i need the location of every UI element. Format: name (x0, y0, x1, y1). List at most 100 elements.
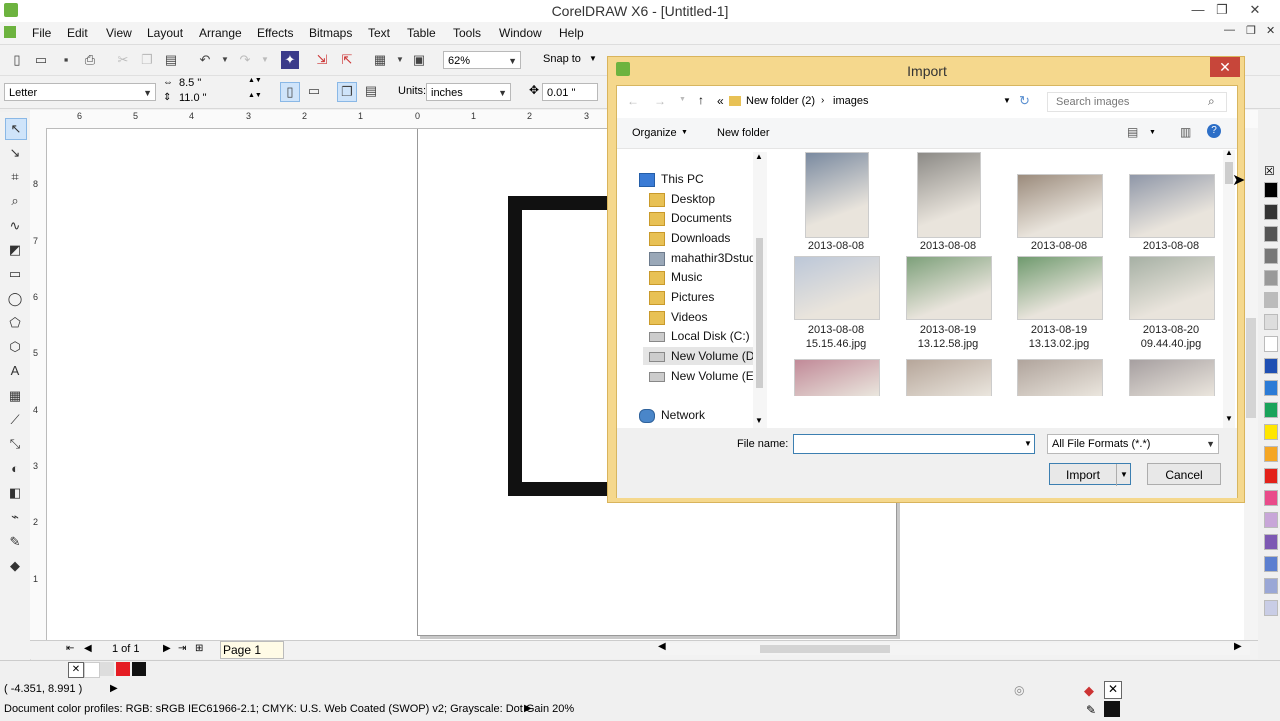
height-spin-icon[interactable]: ▲▼ (248, 92, 262, 99)
file-list-scrollbar[interactable]: ▲ ▼ (1223, 148, 1235, 428)
undo-dropdown-icon[interactable]: ▼ (216, 51, 234, 69)
back-icon[interactable]: ← (627, 94, 639, 108)
up-icon[interactable]: ↑ (698, 93, 704, 107)
palette-swatch[interactable] (1264, 600, 1278, 616)
import-options-dropdown-icon[interactable]: ▼ (1116, 464, 1131, 486)
file-item[interactable]: 2013-08-0815.14.37.jpg (1116, 150, 1226, 250)
scroll-thumb[interactable] (760, 645, 890, 653)
next-page-icon[interactable]: ▶ (163, 643, 171, 654)
scroll-right-icon[interactable]: ▶ (1234, 641, 1242, 652)
undo-icon[interactable]: ↶ (196, 51, 214, 69)
search-content-icon[interactable]: ✦ (281, 51, 299, 69)
fill-tool-icon[interactable]: ◆ (5, 556, 25, 576)
nav-documents[interactable]: Documents (649, 209, 732, 227)
scroll-thumb[interactable] (756, 238, 763, 388)
palette-swatch[interactable] (1264, 204, 1278, 220)
scroll-up-icon[interactable]: ▲ (1225, 148, 1233, 157)
outline-indicator-icon[interactable]: ✎ (1086, 703, 1096, 717)
address-dropdown-icon[interactable]: ▼ (1003, 96, 1011, 105)
file-item[interactable]: 2013-08-0815.13.17.jpg (893, 150, 1003, 250)
nav-this-pc[interactable]: This PC (639, 170, 704, 188)
no-color-icon[interactable]: ☒ (1264, 164, 1275, 178)
doc-close-button[interactable]: ✕ (1266, 24, 1275, 37)
menu-table[interactable]: Table (407, 26, 436, 40)
transparency-tool-icon[interactable]: ◧ (5, 483, 25, 503)
file-item[interactable]: 2013-08-0815.13.58.jpg (1004, 150, 1114, 250)
palette-swatch[interactable] (1264, 226, 1278, 242)
chevron-down-icon[interactable]: ▼ (1024, 439, 1032, 448)
open-icon[interactable]: ▭ (32, 51, 50, 69)
redo-icon[interactable]: ↷ (236, 51, 254, 69)
connector-tool-icon[interactable]: ⤡ (5, 434, 25, 454)
full-screen-icon[interactable]: ▣ (410, 51, 428, 69)
pick-tool-icon[interactable]: ↖ (5, 118, 27, 140)
file-item[interactable]: 2013-08-19 13.13.02.jpg (1004, 253, 1114, 353)
dialog-title-bar[interactable]: Import ✕ (608, 57, 1246, 85)
zoom-level-select[interactable]: 62% ▼ (443, 51, 521, 69)
menu-tools[interactable]: Tools (453, 26, 481, 40)
palette-swatch[interactable] (1264, 402, 1278, 418)
scroll-down-icon[interactable]: ▼ (1225, 414, 1233, 423)
paste-icon[interactable]: ▤ (162, 51, 180, 69)
vertical-ruler[interactable]: 8 7 6 5 4 3 2 1 (30, 128, 47, 640)
file-name-input[interactable]: ▼ (793, 434, 1035, 454)
doc-minimize-button[interactable]: — (1224, 24, 1235, 36)
current-page-icon[interactable]: ▤ (362, 82, 380, 100)
search-input[interactable]: Search images ⌕ (1047, 92, 1227, 112)
add-page-icon[interactable]: ⊞ (195, 643, 203, 654)
menu-effects[interactable]: Effects (257, 26, 293, 40)
width-spin-icon[interactable]: ▲▼ (248, 77, 262, 84)
forward-icon[interactable]: → (654, 94, 666, 108)
menu-edit[interactable]: Edit (67, 26, 88, 40)
menu-view[interactable]: View (106, 26, 132, 40)
view-options-icon[interactable]: ▤ (1127, 125, 1138, 139)
nav-videos[interactable]: Videos (649, 308, 707, 326)
rectangle-tool-icon[interactable]: ▭ (5, 264, 25, 284)
palette-swatch[interactable] (1264, 248, 1278, 264)
swatch-gray[interactable] (100, 662, 114, 676)
paper-size-select[interactable]: Letter ▼ (4, 83, 156, 101)
blend-tool-icon[interactable]: ◐ (5, 459, 25, 479)
fill-none-swatch[interactable]: ✕ (1104, 681, 1122, 699)
page-tab[interactable]: Page 1 (220, 641, 284, 659)
swatch-black[interactable] (132, 662, 146, 676)
preview-pane-icon[interactable]: ▥ (1180, 125, 1191, 139)
palette-swatch[interactable] (1264, 556, 1278, 572)
file-item[interactable] (893, 356, 1003, 396)
publish-pdf-icon[interactable]: ▦ (371, 51, 389, 69)
restore-button[interactable]: ❐ (1207, 0, 1237, 22)
refresh-icon[interactable]: ↻ (1019, 93, 1030, 109)
no-fill-icon[interactable]: ✕ (68, 662, 84, 678)
outline-black-swatch[interactable] (1104, 701, 1120, 717)
polygon-tool-icon[interactable]: ⬠ (5, 313, 25, 333)
export-icon[interactable]: ⇱ (338, 51, 356, 69)
file-type-select[interactable]: All File Formats (*.*) ▼ (1047, 434, 1219, 454)
view-dropdown-icon[interactable]: ▼ (1149, 129, 1156, 136)
menu-bitmaps[interactable]: Bitmaps (309, 26, 352, 40)
nav-desktop[interactable]: Desktop (649, 190, 715, 208)
snap-dropdown-icon[interactable]: ▼ (589, 54, 597, 63)
outline-tool-icon[interactable]: ✎ (5, 532, 25, 552)
vertical-scrollbar[interactable] (1244, 128, 1258, 640)
file-item[interactable]: 2013-08-0815.12.53.jpg (781, 150, 891, 250)
first-page-icon[interactable]: ⇤ (66, 643, 74, 654)
basic-shapes-tool-icon[interactable]: ⬡ (5, 337, 25, 357)
palette-swatch[interactable] (1264, 314, 1278, 330)
nav-network[interactable]: Network (639, 406, 705, 424)
palette-swatch[interactable] (1264, 336, 1278, 352)
scroll-up-icon[interactable]: ▲ (755, 152, 763, 161)
file-item[interactable]: 2013-08-19 13.12.58.jpg (893, 253, 1003, 353)
text-tool-icon[interactable]: A (5, 361, 25, 381)
dialog-close-button[interactable]: ✕ (1210, 57, 1240, 77)
palette-swatch[interactable] (1264, 182, 1278, 198)
palette-swatch[interactable] (1264, 292, 1278, 308)
menu-help[interactable]: Help (559, 26, 584, 40)
scroll-thumb[interactable] (1246, 318, 1256, 418)
doc-restore-button[interactable]: ❐ (1246, 24, 1256, 37)
nav-music[interactable]: Music (649, 268, 702, 286)
zoom-tool-icon[interactable]: ⌕ (5, 191, 25, 211)
status-arrow-icon[interactable]: ▶ (110, 683, 118, 694)
palette-swatch[interactable] (1264, 534, 1278, 550)
dimension-tool-icon[interactable]: ⟋ (5, 410, 25, 430)
nav-new-volume-d[interactable]: New Volume (D:) (643, 347, 762, 365)
